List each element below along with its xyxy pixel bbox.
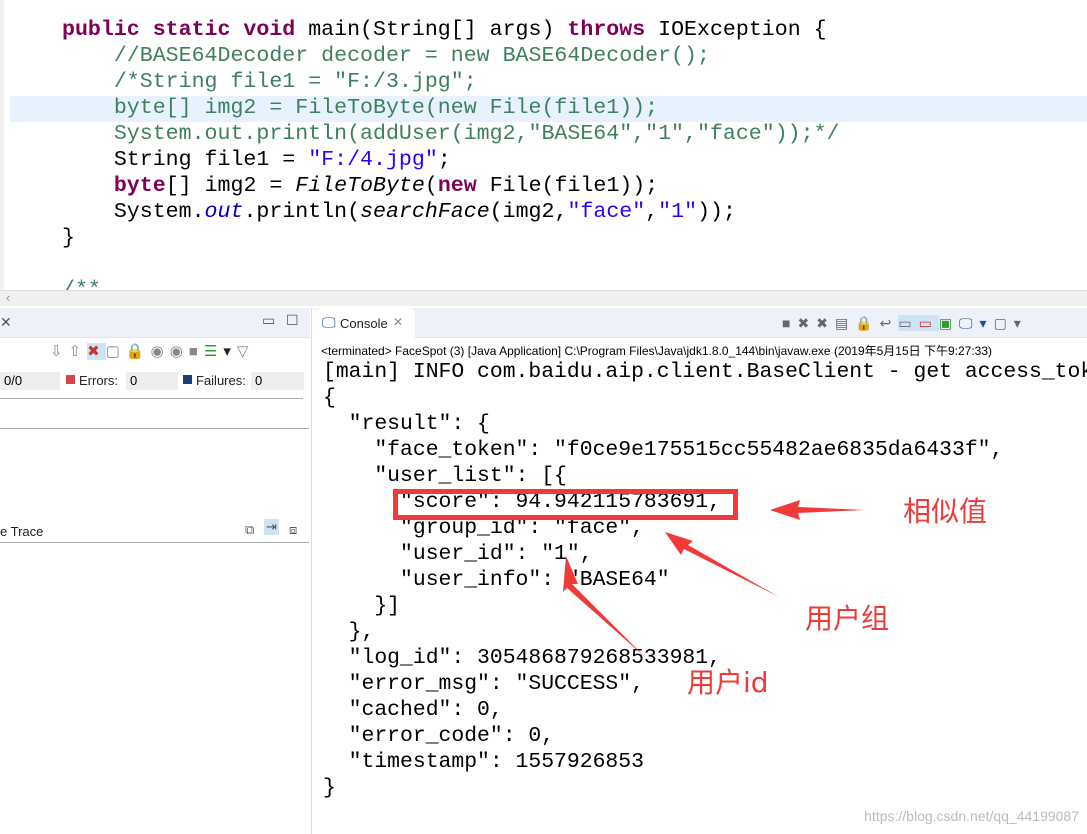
annotation-user-id: 用户id bbox=[687, 666, 769, 699]
watermark: https://blog.csdn.net/qq_44199087 bbox=[864, 808, 1079, 824]
arrow-to-score bbox=[770, 500, 865, 520]
annotation-similarity: 相似值 bbox=[903, 495, 988, 528]
arrow-to-group bbox=[665, 532, 779, 597]
annotation-group: 用户组 bbox=[805, 602, 890, 635]
arrow-to-user-id bbox=[563, 556, 645, 657]
annotation-arrows bbox=[563, 500, 865, 657]
